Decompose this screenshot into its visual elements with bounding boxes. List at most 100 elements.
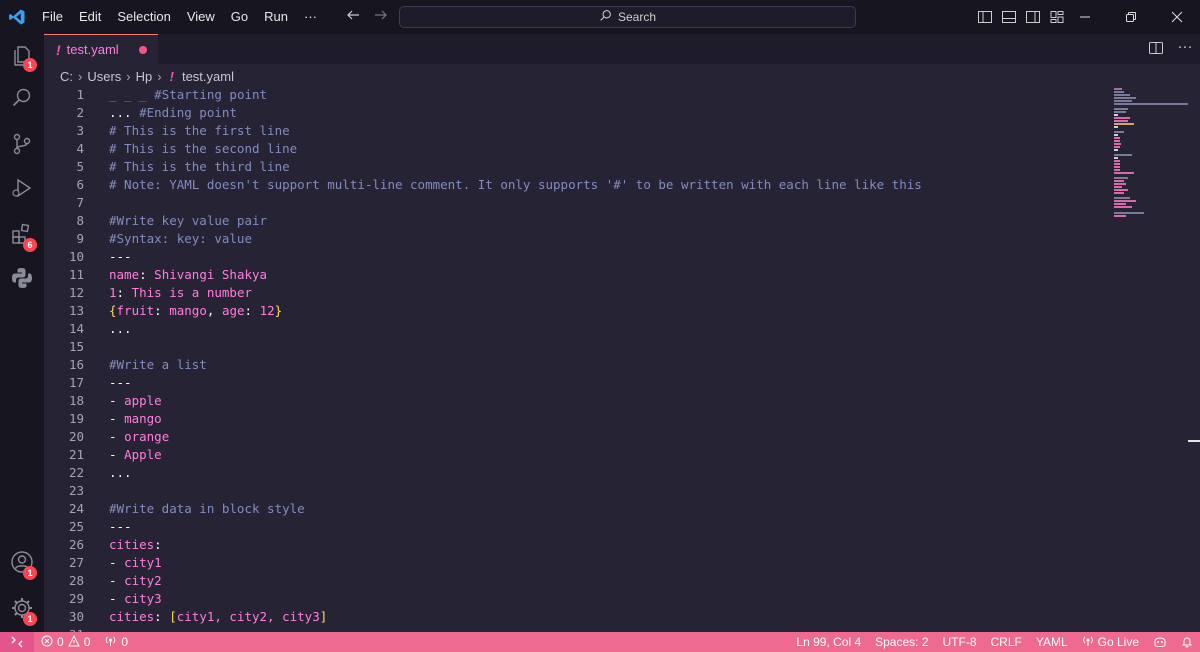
code-value: This is a number (131, 285, 253, 300)
code-line: 8 #Write key value pair (44, 212, 1104, 230)
error-icon (41, 635, 53, 650)
code-comment: # This is the first line (109, 123, 290, 138)
toggle-secondary-sidebar-icon[interactable] (1024, 8, 1042, 26)
code-token: --- (109, 249, 132, 264)
code-token: : (154, 303, 170, 318)
line-number: 17 (68, 375, 84, 390)
menu-more[interactable]: ··· (296, 0, 325, 34)
scrollbar-position-marker[interactable] (1188, 440, 1200, 442)
code-comment: #Syntax: key: value (109, 231, 252, 246)
python-button[interactable] (0, 258, 44, 302)
copilot-icon[interactable] (1146, 632, 1174, 652)
menu-go[interactable]: Go (223, 0, 256, 34)
settings-badge: 1 (23, 612, 37, 626)
menu-view[interactable]: View (179, 0, 223, 34)
code-token: - (109, 411, 125, 426)
toggle-primary-sidebar-icon[interactable] (976, 8, 994, 26)
code-punct: } (274, 303, 283, 318)
code-line: 11 name: Shivangi Shakya (44, 266, 1104, 284)
language-mode[interactable]: YAML (1029, 632, 1075, 652)
menu-edit[interactable]: Edit (71, 0, 109, 34)
search-view-button[interactable] (0, 78, 44, 122)
source-control-button[interactable] (0, 124, 44, 168)
chevron-right-icon: › (126, 68, 131, 84)
menu-bar: File Edit Selection View Go Run ··· (34, 0, 325, 34)
line-number: 9 (76, 231, 84, 246)
unsaved-indicator[interactable] (138, 45, 147, 54)
code-value: city1, city2, city3 (176, 609, 320, 624)
menu-file[interactable]: File (34, 0, 71, 34)
code-value: mango (124, 411, 162, 426)
line-number: 25 (68, 519, 84, 534)
code-token: - (109, 591, 125, 606)
line-number: 12 (68, 285, 84, 300)
menu-selection[interactable]: Selection (109, 0, 178, 34)
breadcrumb-file[interactable]: test.yaml (182, 69, 234, 84)
manage-button[interactable]: 1 (0, 588, 44, 632)
code-line: 15 (44, 338, 1104, 356)
line-number: 1 (76, 87, 84, 102)
breadcrumb-users[interactable]: Users (87, 69, 121, 84)
ports-indicator[interactable]: 0 (97, 632, 135, 652)
code-token: : (244, 303, 260, 318)
tab-test-yaml[interactable]: ! test.yaml (44, 34, 158, 64)
accounts-button[interactable]: 1 (0, 542, 44, 586)
run-debug-button[interactable] (0, 168, 44, 212)
restore-icon[interactable] (1108, 0, 1154, 34)
code-editor[interactable]: 1 _ _ _ #Starting point 2... #Ending poin… (44, 86, 1200, 632)
bell-icon[interactable] (1174, 632, 1200, 652)
code-line: 17 --- (44, 374, 1104, 392)
code-line: 20 - orange (44, 428, 1104, 446)
end-of-line[interactable]: CRLF (984, 632, 1029, 652)
go-live-button[interactable]: Go Live (1075, 632, 1146, 652)
arrow-right-icon[interactable] (373, 7, 389, 28)
line-number: 27 (68, 555, 84, 570)
more-actions-icon[interactable]: ··· (1174, 38, 1196, 60)
code-line: 7 (44, 194, 1104, 212)
code-value: Shivangi Shakya (154, 267, 268, 282)
breadcrumb: C: › Users › Hp › ! test.yaml (60, 66, 234, 86)
line-number: 2 (76, 105, 84, 120)
line-number: 13 (68, 303, 84, 318)
close-icon[interactable] (1154, 0, 1200, 34)
line-number: 6 (76, 177, 84, 192)
source-control-icon (10, 132, 34, 161)
toggle-panel-icon[interactable] (1000, 8, 1018, 26)
code-punct: [ (169, 609, 177, 624)
yaml-file-icon: ! (56, 41, 61, 58)
breadcrumb-hp[interactable]: Hp (136, 69, 153, 84)
code-value: city1 (124, 555, 162, 570)
menu-run[interactable]: Run (256, 0, 296, 34)
code-value: mango (169, 303, 207, 318)
minimize-icon[interactable] (1062, 0, 1108, 34)
activity-bar: 1 6 1 1 (0, 34, 44, 632)
remote-icon[interactable] (0, 632, 34, 652)
code-comment: #Ending point (131, 105, 237, 120)
explorer-button[interactable]: 1 (0, 36, 44, 80)
code-token: : (139, 267, 155, 282)
code-comment: # This is the third line (109, 159, 290, 174)
arrow-left-icon[interactable] (345, 7, 361, 28)
encoding[interactable]: UTF-8 (936, 632, 984, 652)
line-number: 23 (68, 483, 84, 498)
breadcrumb-drive[interactable]: C: (60, 69, 73, 84)
explorer-badge: 1 (23, 58, 37, 72)
code-punct: { (109, 303, 117, 318)
command-center-search[interactable]: Search (399, 6, 856, 28)
indentation[interactable]: Spaces: 2 (868, 632, 935, 652)
code-comment: #Write key value pair (109, 213, 268, 228)
yaml-file-icon: ! (169, 68, 174, 84)
extensions-button[interactable]: 6 (0, 214, 44, 258)
code-line: 28 - city2 (44, 572, 1104, 590)
minimap[interactable] (1110, 86, 1190, 226)
line-number: 22 (68, 465, 84, 480)
cursor-position[interactable]: Ln 99, Col 4 (789, 632, 868, 652)
code-comment: #Write data in block style (109, 501, 305, 516)
code-value: city3 (124, 591, 162, 606)
problems-indicator[interactable]: 0 0 (34, 632, 97, 652)
code-value: Apple (124, 447, 162, 462)
split-editor-icon[interactable] (1148, 40, 1166, 58)
code-comment: #Write a list (109, 357, 207, 372)
line-number: 21 (68, 447, 84, 462)
line-number: 29 (68, 591, 84, 606)
